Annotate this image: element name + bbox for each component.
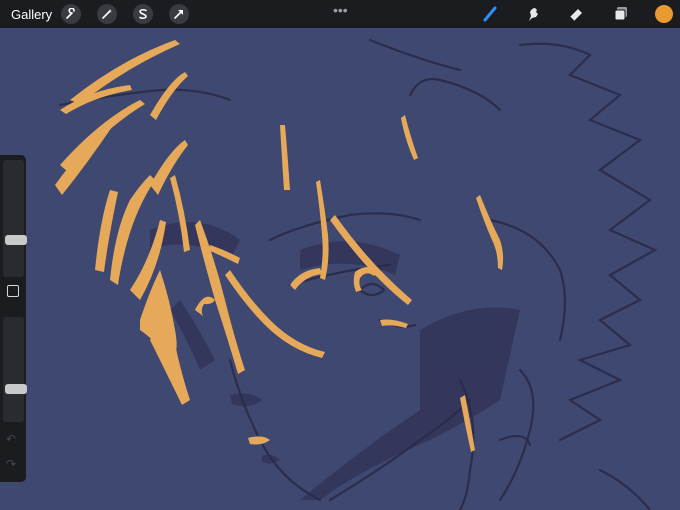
transform-arrow-icon[interactable] xyxy=(169,4,189,24)
magic-wand-icon[interactable] xyxy=(97,4,117,24)
layers-icon[interactable] xyxy=(610,3,632,25)
color-picker-button[interactable] xyxy=(655,5,673,23)
brush-sidebar: ↶ ↷ xyxy=(0,155,27,482)
wrench-icon[interactable] xyxy=(61,4,81,24)
redo-icon[interactable]: ↷ xyxy=(6,457,16,471)
opacity-thumb[interactable] xyxy=(5,383,27,394)
drawing-canvas[interactable] xyxy=(0,28,680,510)
smudge-icon[interactable] xyxy=(522,3,544,25)
undo-icon[interactable]: ↶ xyxy=(6,432,16,446)
brush-icon[interactable] xyxy=(479,3,501,25)
eraser-icon[interactable] xyxy=(565,3,587,25)
gallery-button[interactable]: Gallery xyxy=(11,7,52,22)
brush-size-slider[interactable] xyxy=(3,160,27,277)
brush-size-thumb[interactable] xyxy=(5,234,27,245)
top-toolbar: Gallery ••• xyxy=(0,0,680,28)
selection-s-icon[interactable] xyxy=(133,4,153,24)
more-options-button[interactable]: ••• xyxy=(333,2,348,18)
modify-button[interactable] xyxy=(7,285,19,297)
opacity-slider[interactable] xyxy=(3,317,27,422)
